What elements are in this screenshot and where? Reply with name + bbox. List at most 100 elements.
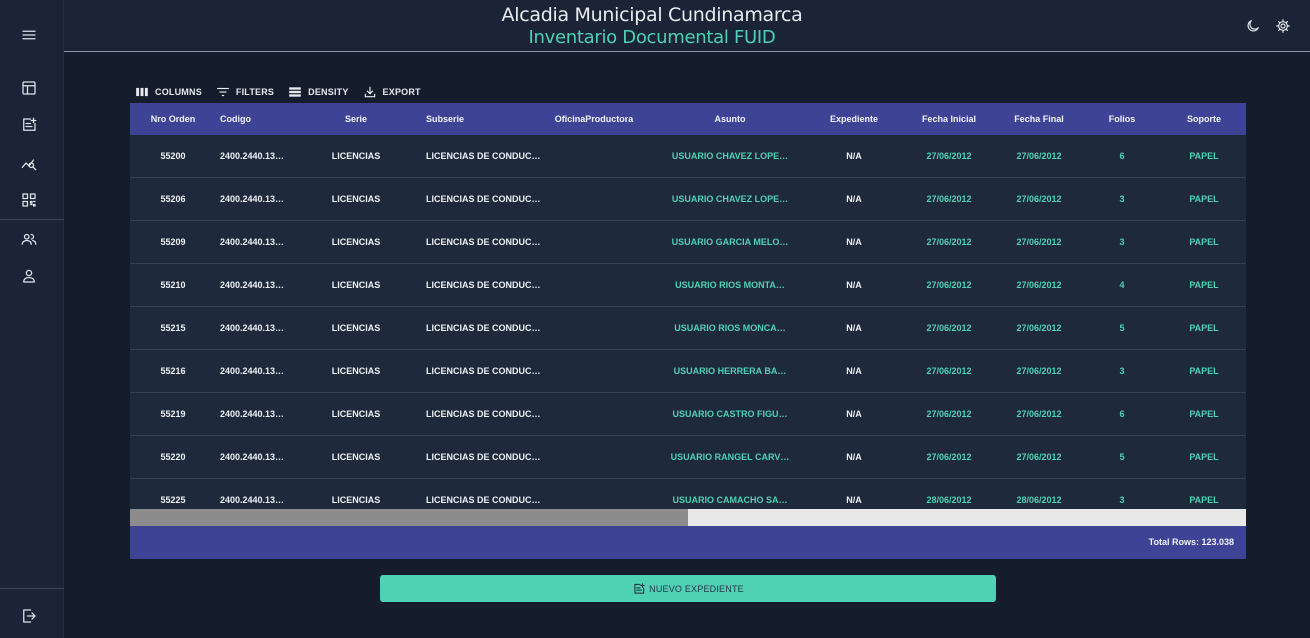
cell-oficina	[546, 307, 642, 349]
cell-folios: 3	[1119, 237, 1125, 247]
cell-expediente: N/A	[846, 323, 862, 333]
gear-icon[interactable]	[1273, 16, 1293, 36]
cell-codigo: 2400.2440.13…	[220, 280, 285, 290]
cell-asunto: USUARIO RIOS MONTA…	[675, 280, 785, 290]
cell-subserie: LICENCIAS DE CONDUC…	[426, 323, 541, 333]
density-button[interactable]: DENSITY	[288, 85, 348, 99]
cell-nro-orden: 55209	[160, 237, 186, 247]
cell-folios: 5	[1119, 323, 1125, 333]
cell-serie: LICENCIAS	[331, 280, 381, 290]
cell-folios: 3	[1119, 194, 1125, 204]
column-header-asunto[interactable]: Asunto	[670, 103, 790, 135]
table-row[interactable]: 55219 2400.2440.13… LICENCIAS LICENCIAS DE …	[130, 393, 1246, 436]
cell-soporte: PAPEL	[1189, 151, 1219, 161]
logout-icon[interactable]	[18, 605, 40, 627]
cell-folios: 3	[1119, 366, 1125, 376]
cell-codigo: 2400.2440.13…	[220, 323, 285, 333]
dashboard-icon[interactable]	[18, 77, 40, 99]
new-expediente-button[interactable]: NUEVO EXPEDIENTE	[380, 575, 996, 602]
column-header-subserie[interactable]: Subserie	[426, 103, 541, 135]
cell-codigo: 2400.2440.13…	[220, 237, 285, 247]
cell-serie: LICENCIAS	[331, 452, 381, 462]
filters-label: FILTERS	[235, 87, 275, 97]
horizontal-scrollbar[interactable]	[130, 509, 1246, 526]
cell-nro-orden: 55200	[160, 151, 186, 161]
note-add-icon[interactable]	[18, 114, 40, 136]
cell-nro-orden: 55219	[160, 409, 186, 419]
table-row[interactable]: 55220 2400.2440.13… LICENCIAS LICENCIAS DE …	[130, 436, 1246, 479]
cell-serie: LICENCIAS	[331, 151, 381, 161]
table-row[interactable]: 55206 2400.2440.13… LICENCIAS LICENCIAS DE …	[130, 178, 1246, 221]
cell-nro-orden: 55216	[160, 366, 186, 376]
cell-asunto: USUARIO GARCIA MELO…	[671, 237, 789, 247]
cell-fecha-final: 27/06/2012	[1016, 452, 1062, 462]
sidebar	[0, 0, 64, 638]
column-header-nro-orden[interactable]: Nro Orden	[130, 103, 216, 135]
cell-serie: LICENCIAS	[331, 323, 381, 333]
download-icon	[364, 86, 375, 98]
table-row[interactable]: 55210 2400.2440.13… LICENCIAS LICENCIAS DE …	[130, 264, 1246, 307]
column-header-codigo[interactable]: Codigo	[216, 103, 302, 135]
filters-button[interactable]: FILTERS	[216, 85, 274, 99]
cell-folios: 5	[1119, 452, 1125, 462]
cell-oficina	[546, 393, 642, 435]
export-button[interactable]: EXPORT	[363, 85, 421, 99]
cell-codigo: 2400.2440.13…	[220, 452, 285, 462]
moon-icon[interactable]	[1243, 16, 1263, 36]
table-row[interactable]: 55215 2400.2440.13… LICENCIAS LICENCIAS DE …	[130, 307, 1246, 350]
data-grid: Nro Orden Codigo Serie Subserie OficinaProdu…	[130, 103, 1246, 559]
cell-asunto: USUARIO RIOS MONCA…	[674, 323, 786, 333]
column-header-serie[interactable]: Serie	[310, 103, 402, 135]
cell-soporte: PAPEL	[1189, 323, 1219, 333]
qr-code-icon[interactable]	[18, 189, 40, 211]
table-row[interactable]: 55209 2400.2440.13… LICENCIAS LICENCIAS DE …	[130, 221, 1246, 264]
cell-fecha-final: 27/06/2012	[1016, 323, 1062, 333]
table-row[interactable]: 55200 2400.2440.13… LICENCIAS LICENCIAS DE …	[130, 135, 1246, 178]
cell-codigo: 2400.2440.13…	[220, 366, 285, 376]
cell-subserie: LICENCIAS DE CONDUC…	[426, 194, 541, 204]
cell-fecha-final: 27/06/2012	[1016, 194, 1062, 204]
cell-asunto: USUARIO CHAVEZ LOPE…	[671, 151, 789, 161]
cell-expediente: N/A	[846, 151, 862, 161]
cell-soporte: PAPEL	[1189, 409, 1219, 419]
cell-fecha-inicial: 27/06/2012	[926, 323, 972, 333]
cell-expediente: N/A	[846, 194, 862, 204]
cell-oficina	[546, 436, 642, 478]
cell-expediente: N/A	[846, 237, 862, 247]
column-header-soporte[interactable]: Soporte	[1162, 103, 1246, 135]
new-expediente-label: NUEVO EXPEDIENTE	[649, 583, 744, 594]
cell-asunto: USUARIO HERRERA BA…	[673, 366, 787, 376]
column-header-fecha-inicial[interactable]: Fecha Inicial	[906, 103, 992, 135]
export-label: EXPORT	[382, 87, 421, 97]
column-header-fecha-final[interactable]: Fecha Final	[996, 103, 1082, 135]
app-subtitle: Inventario Documental FUID	[528, 27, 776, 48]
total-rows: Total Rows: 123.038	[1148, 537, 1234, 547]
person-icon[interactable]	[18, 265, 40, 287]
cell-fecha-final: 27/06/2012	[1016, 280, 1062, 290]
column-header-folios[interactable]: Folios	[1082, 103, 1162, 135]
table-row[interactable]: 55216 2400.2440.13… LICENCIAS LICENCIAS DE …	[130, 350, 1246, 393]
density-icon	[289, 87, 301, 97]
scrollbar-thumb[interactable]	[130, 509, 688, 526]
cell-expediente: N/A	[846, 366, 862, 376]
cell-subserie: LICENCIAS DE CONDUC…	[426, 151, 541, 161]
sidebar-divider	[0, 219, 64, 220]
chart-search-icon[interactable]	[18, 152, 40, 174]
cell-codigo: 2400.2440.13…	[220, 194, 285, 204]
group-icon[interactable]	[18, 228, 40, 250]
cell-folios: 6	[1119, 151, 1125, 161]
cell-oficina	[546, 221, 642, 263]
cell-fecha-inicial: 27/06/2012	[926, 194, 972, 204]
sidebar-bottom-divider	[0, 588, 64, 589]
column-header-oficina[interactable]: OficinaProductora	[546, 103, 642, 135]
cell-oficina	[546, 178, 642, 220]
cell-fecha-final: 27/06/2012	[1016, 151, 1062, 161]
cell-expediente: N/A	[846, 280, 862, 290]
grid-toolbar: COLUMNS FILTERS DENSITY EXPORT	[135, 84, 421, 100]
columns-button[interactable]: COLUMNS	[135, 85, 202, 99]
cell-fecha-inicial: 27/06/2012	[926, 452, 972, 462]
cell-subserie: LICENCIAS DE CONDUC…	[426, 280, 541, 290]
column-header-expediente[interactable]: Expediente	[810, 103, 898, 135]
cell-soporte: PAPEL	[1189, 280, 1219, 290]
cell-serie: LICENCIAS	[331, 366, 381, 376]
